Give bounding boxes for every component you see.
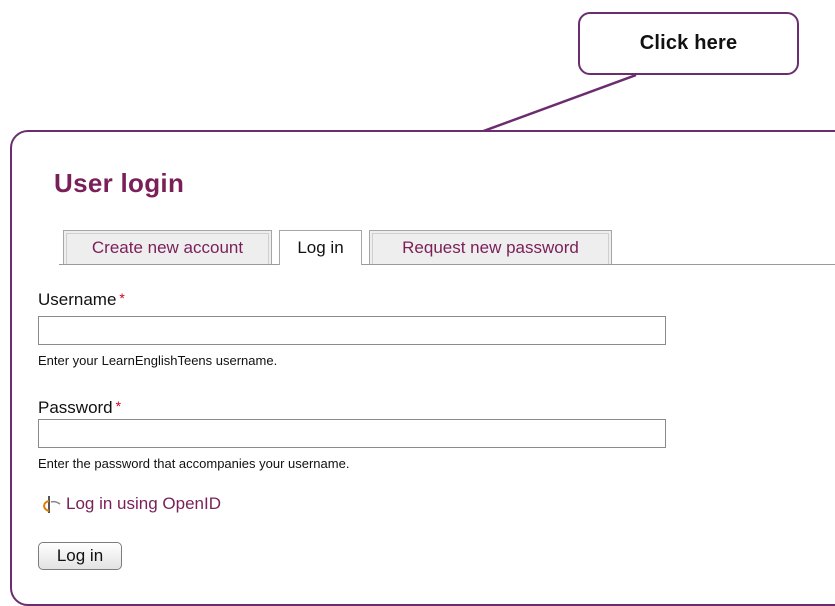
- password-label-text: Password: [38, 398, 113, 417]
- username-label-text: Username: [38, 290, 117, 309]
- password-input[interactable]: [38, 419, 666, 448]
- screenshot-frame: [10, 130, 835, 606]
- page-title: User login: [54, 168, 185, 198]
- tab-label: Request new password: [402, 237, 579, 257]
- tab-label: Create new account: [91, 237, 244, 257]
- openid-icon: [43, 496, 61, 513]
- tab-request-new-password[interactable]: Request new password: [369, 230, 612, 264]
- password-label: Password *: [38, 398, 121, 418]
- username-input[interactable]: [38, 316, 666, 345]
- openid-login-link[interactable]: Log in using OpenID: [40, 494, 221, 514]
- required-marker: *: [115, 398, 122, 414]
- username-help-text: Enter your LearnEnglishTeens username.: [38, 353, 278, 368]
- tab-log-in[interactable]: Log in: [279, 230, 362, 265]
- tab-label: Log in: [297, 238, 344, 257]
- tabs-baseline: [59, 264, 835, 265]
- tab-create-new-account[interactable]: Create new account: [63, 230, 272, 264]
- openid-link-label: Log in using OpenID: [66, 494, 221, 513]
- password-help-text: Enter the password that accompanies your…: [38, 456, 350, 471]
- required-marker: *: [119, 290, 125, 306]
- login-submit-button[interactable]: Log in: [38, 542, 122, 570]
- username-label: Username *: [38, 290, 125, 310]
